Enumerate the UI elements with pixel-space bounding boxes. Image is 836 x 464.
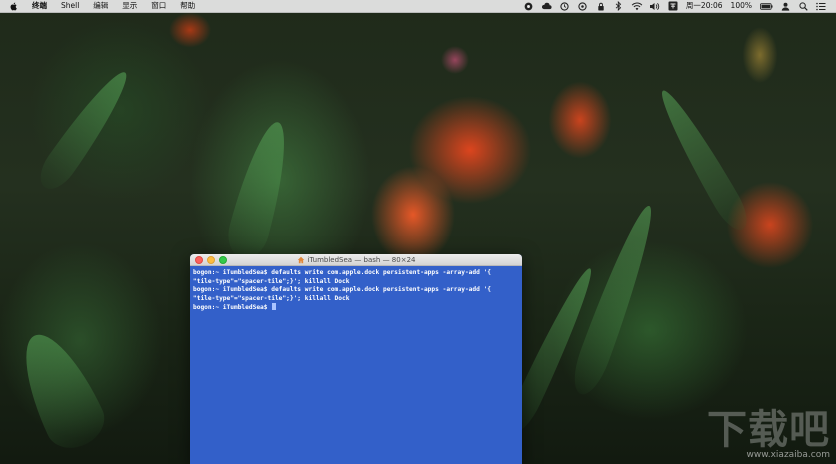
notification-center-icon[interactable] <box>815 1 827 11</box>
watermark-logo: 下载吧 <box>707 407 830 453</box>
menu-view[interactable]: 显示 <box>115 0 144 12</box>
terminal-cursor <box>272 303 277 311</box>
terminal-title: iTumbledSea — bash — 80×24 <box>307 255 416 264</box>
menu-edit[interactable]: 编辑 <box>86 0 115 12</box>
menu-shell[interactable]: Shell <box>54 0 86 12</box>
minimize-button[interactable] <box>207 256 215 264</box>
wallpaper-leaf <box>651 84 755 236</box>
clock-text[interactable]: 周一20:06 <box>682 0 727 12</box>
volume-icon[interactable] <box>649 1 661 11</box>
bluetooth-icon[interactable] <box>613 1 625 11</box>
record-icon[interactable] <box>523 1 535 11</box>
cloud-icon[interactable] <box>541 1 553 11</box>
zoom-button[interactable] <box>219 256 227 264</box>
user-icon[interactable] <box>779 1 791 11</box>
terminal-line: "tile-type"="spacer-tile";}'; killall Do… <box>193 294 350 302</box>
wifi-icon[interactable] <box>631 1 643 11</box>
wallpaper-leaf <box>222 117 298 263</box>
apple-menu-icon[interactable] <box>10 2 18 10</box>
terminal-line: bogon:~ iTumbledSea$ defaults write com.… <box>193 286 492 294</box>
menu-window[interactable]: 窗口 <box>144 0 173 12</box>
watermark: 下载吧 www.xiazaiba.com <box>707 410 830 460</box>
input-method-icon[interactable] <box>667 1 679 11</box>
menu-bar: 终端 Shell 编辑 显示 窗口 帮助 周一20:06 100% <box>0 0 836 13</box>
menu-app-name[interactable]: 终端 <box>24 0 54 12</box>
wallpaper-leaf <box>7 322 113 458</box>
window-controls <box>195 256 231 264</box>
terminal-prompt: bogon:~ iTumbledSea$ <box>193 304 272 312</box>
home-folder-icon <box>297 256 305 264</box>
terminal-line: "tile-type"="spacer-tile";}'; killall Do… <box>193 277 350 285</box>
battery-icon[interactable] <box>759 1 773 11</box>
battery-percent[interactable]: 100% <box>727 0 756 12</box>
wallpaper-leaf <box>32 64 138 196</box>
terminal-content[interactable]: bogon:~ iTumbledSea$ defaults write com.… <box>190 266 522 313</box>
circle-status-icon[interactable] <box>577 1 589 11</box>
terminal-titlebar[interactable]: iTumbledSea — bash — 80×24 <box>190 254 522 266</box>
menu-help[interactable]: 帮助 <box>173 0 202 12</box>
terminal-window[interactable]: iTumbledSea — bash — 80×24 bogon:~ iTumb… <box>190 254 522 464</box>
time-machine-icon[interactable] <box>559 1 571 11</box>
terminal-prompt-line: bogon:~ iTumbledSea$ <box>193 303 519 313</box>
terminal-line: bogon:~ iTumbledSea$ defaults write com.… <box>193 269 492 276</box>
lock-icon[interactable] <box>595 1 607 11</box>
spotlight-icon[interactable] <box>797 1 809 11</box>
close-button[interactable] <box>195 256 203 264</box>
